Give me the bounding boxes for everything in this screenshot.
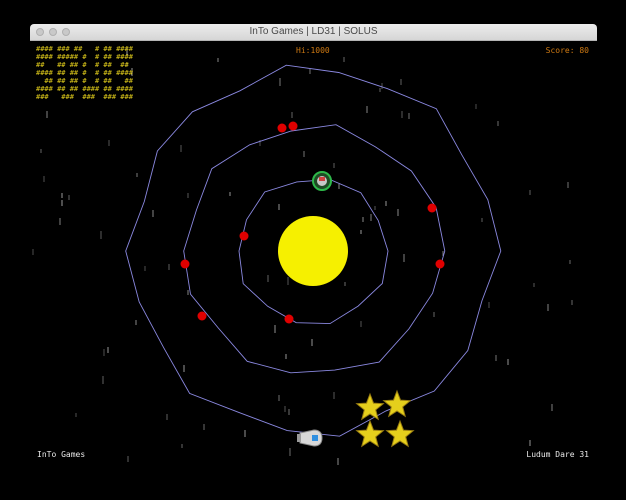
explosion: [385, 419, 415, 448]
title-bar[interactable]: InTo Games | LD31 | SOLUS: [30, 24, 597, 41]
explosions: [355, 389, 415, 448]
shield-planet[interactable]: [312, 171, 332, 191]
enemy: [288, 121, 298, 131]
enemy: [239, 231, 249, 241]
sun: [278, 216, 348, 286]
hi-score: Hi:1000: [296, 46, 330, 55]
explosion: [382, 389, 412, 418]
solar-system-scene: [32, 48, 573, 465]
game-logo: #### ### ## # ## #### #### ##### # # ## …: [36, 45, 133, 101]
window-title: InTo Games | LD31 | SOLUS: [249, 26, 378, 37]
score: Score: 80: [545, 46, 589, 55]
enemy: [180, 259, 190, 269]
game-window: InTo Games | LD31 | SOLUS #### ### ## # …: [30, 24, 597, 469]
footer-studio: InTo Games: [37, 450, 86, 459]
enemy: [427, 203, 437, 213]
enemy: [277, 123, 287, 133]
game-canvas[interactable]: #### ### ## # ## #### #### ##### # # ## …: [30, 41, 597, 469]
explosion: [355, 392, 385, 421]
spaceship-icon[interactable]: [297, 429, 323, 447]
footer-event: Ludum Dare 31: [526, 450, 589, 459]
enemy: [435, 259, 445, 269]
enemy: [284, 314, 294, 324]
enemy: [197, 311, 207, 321]
